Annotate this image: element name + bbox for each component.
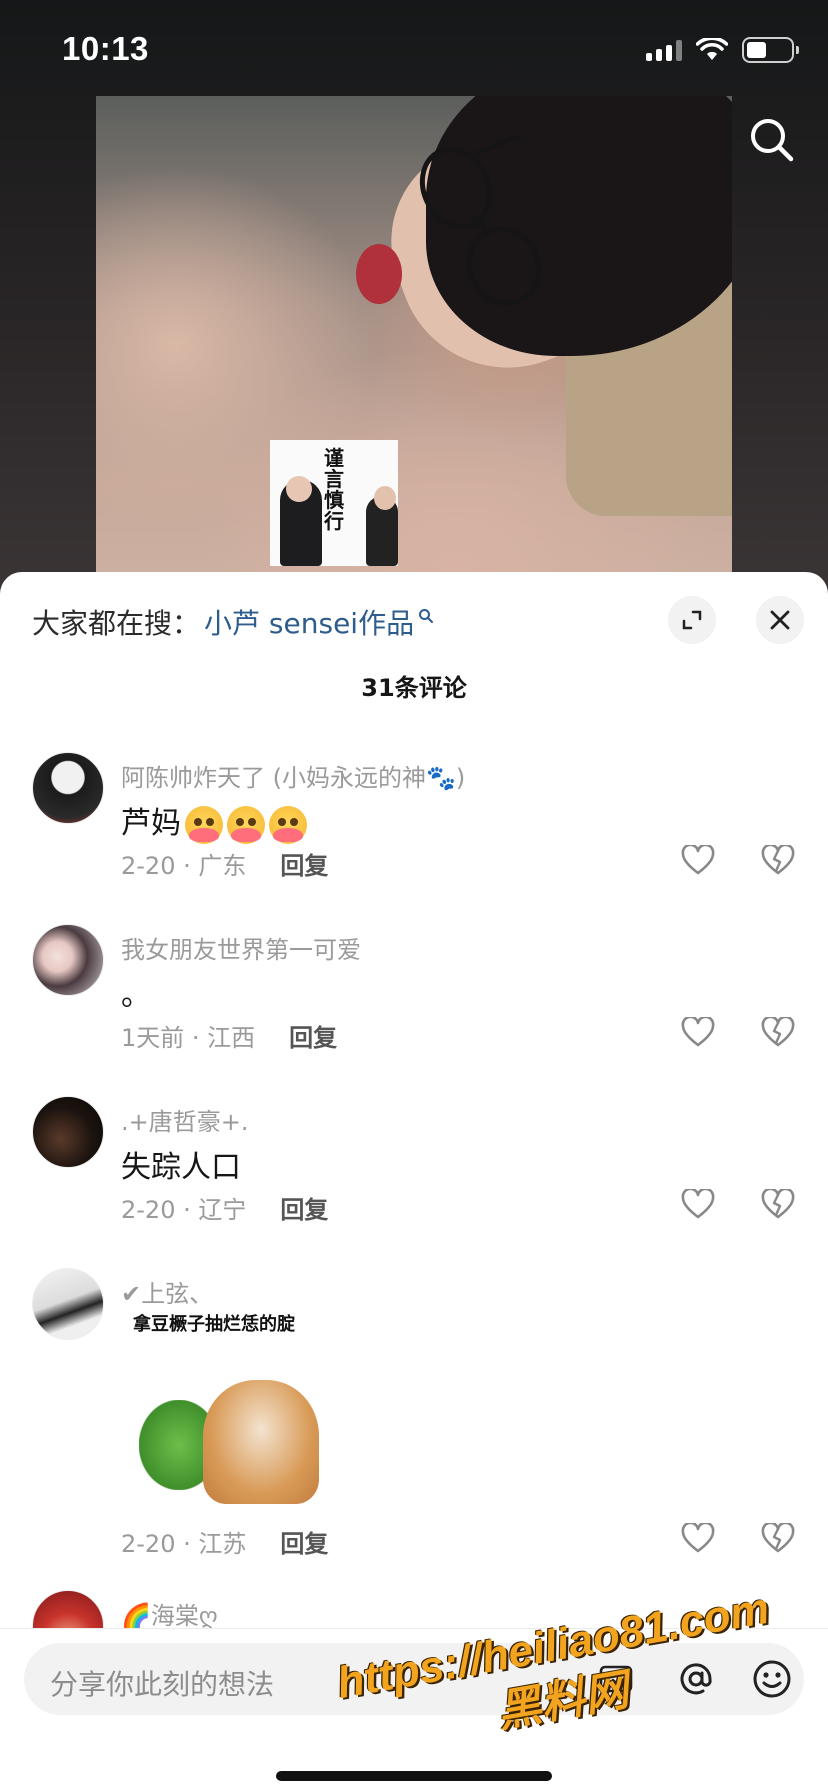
like-button[interactable] (676, 1182, 720, 1226)
comment-date-location: 2-20 · 江苏 (121, 1530, 247, 1558)
dislike-button[interactable] (756, 1182, 800, 1226)
comment-author[interactable]: 阿陈帅炸天了 (小妈永远的神🐾) (121, 758, 465, 793)
like-button[interactable] (676, 838, 720, 882)
expand-icon (682, 610, 702, 630)
wifi-icon (696, 38, 728, 60)
dislike-button[interactable] (756, 1516, 800, 1560)
comment-item: .+唐哲豪+. 失踪人口 2-20 · 辽宁 回复 (0, 1096, 828, 1246)
battery-icon (742, 37, 799, 63)
comment-text: 失踪人口 (121, 1150, 241, 1185)
expand-button[interactable] (668, 596, 716, 644)
broken-heart-icon (761, 845, 795, 875)
status-icons (646, 36, 799, 64)
comment-text: 。 (121, 978, 151, 1013)
avatar[interactable] (32, 1096, 104, 1168)
comment-sticker-image[interactable]: 拿豆橛子抽烂恁的腚 (121, 1306, 327, 1506)
comment-count: 31条评论 (361, 674, 467, 702)
search-suggestion-prefix: 大家都在搜： (32, 607, 201, 640)
avatar[interactable] (32, 752, 104, 824)
comment-item: 我女朋友世界第一可爱 。 1天前 · 江西 回复 (0, 924, 828, 1074)
comment-meta: 2-20 · 江苏 回复 (121, 1524, 328, 1559)
comment-author[interactable]: ✔上弦、 (121, 1274, 213, 1309)
comment-input-placeholder: 分享你此刻的想法 (50, 1668, 275, 1701)
broken-heart-icon (761, 1189, 795, 1219)
reply-button[interactable]: 回复 (280, 1190, 328, 1225)
comment-author[interactable]: .+唐哲豪+. (121, 1102, 248, 1137)
heart-icon (681, 845, 715, 875)
close-icon (770, 610, 790, 630)
meme-sticker: 谨言慎行 (270, 440, 398, 566)
reply-button[interactable]: 回复 (280, 1524, 328, 1559)
avatar[interactable] (32, 1590, 104, 1630)
broken-heart-icon (761, 1017, 795, 1047)
close-button[interactable] (756, 596, 804, 644)
like-button[interactable] (676, 1010, 720, 1054)
reply-button[interactable]: 回复 (289, 1018, 337, 1053)
sticker-caption: 拿豆橛子抽烂恁的腚 (133, 1314, 295, 1335)
mention-button[interactable] (674, 1657, 718, 1701)
comment-date-location: 2-20 · 辽宁 (121, 1196, 247, 1224)
cellular-signal-icon (646, 39, 682, 61)
avatar[interactable] (32, 924, 104, 996)
broken-heart-icon (761, 1523, 795, 1553)
comment-input-bar: 分享你此刻的想法 (0, 1628, 828, 1792)
comment-author[interactable]: 我女朋友世界第一可爱 (121, 930, 361, 965)
comments-sheet: 大家都在搜： 小芦 sensei作品 31条评论 阿陈帅炸天了 (小妈永远的神🐾… (0, 572, 828, 1792)
comment-date-location: 2-20 · 广东 (121, 852, 247, 880)
small-search-icon (419, 609, 434, 623)
hugging-face-emoji (185, 805, 223, 844)
comment-item: 🌈海棠ღ (0, 1590, 828, 1630)
home-indicator (276, 1771, 552, 1781)
status-time: 10:13 (62, 30, 149, 67)
at-icon (680, 1663, 712, 1695)
heart-icon (681, 1189, 715, 1219)
dislike-button[interactable] (756, 838, 800, 882)
search-button[interactable] (744, 112, 800, 168)
comment-item: ✔上弦、 拿豆橛子抽烂恁的腚 2-20 · 江苏 回复 (0, 1268, 828, 1578)
heart-icon (681, 1017, 715, 1047)
status-bar: 10:13 (0, 0, 828, 96)
avatar[interactable] (32, 1268, 104, 1340)
search-suggestion: 大家都在搜： 小芦 sensei作品 (32, 602, 434, 642)
photo-lips (356, 244, 402, 304)
comment-meta: 2-20 · 广东 回复 (121, 846, 328, 881)
search-suggestion-link[interactable]: 小芦 sensei作品 (204, 602, 414, 642)
search-icon (751, 119, 794, 162)
comment-author[interactable]: 🌈海棠ღ (121, 1596, 218, 1630)
image-button[interactable] (594, 1657, 638, 1701)
comment-item: 阿陈帅炸天了 (小妈永远的神🐾) 芦妈 2-20 · 广东 回复 (0, 752, 828, 902)
smiley-icon (753, 1660, 791, 1698)
dislike-button[interactable] (756, 1010, 800, 1054)
emoji-button[interactable] (750, 1657, 794, 1701)
comment-meta: 1天前 · 江西 回复 (121, 1018, 337, 1053)
hugging-face-emoji (227, 805, 265, 844)
hugging-face-emoji (269, 805, 307, 844)
comment-meta: 2-20 · 辽宁 回复 (121, 1190, 328, 1225)
like-button[interactable] (676, 1516, 720, 1560)
meme-sticker-text: 谨言慎行 (324, 446, 344, 533)
comment-input[interactable]: 分享你此刻的想法 (24, 1643, 804, 1715)
image-icon (599, 1665, 633, 1693)
reply-button[interactable]: 回复 (280, 846, 328, 881)
photo-glasses (419, 136, 542, 306)
heart-icon (681, 1523, 715, 1553)
post-photo[interactable]: 谨言慎行 (96, 96, 732, 616)
comment-date-location: 1天前 · 江西 (121, 1024, 256, 1052)
sticker-cat (203, 1380, 319, 1504)
comment-text: 芦妈 (121, 798, 307, 844)
